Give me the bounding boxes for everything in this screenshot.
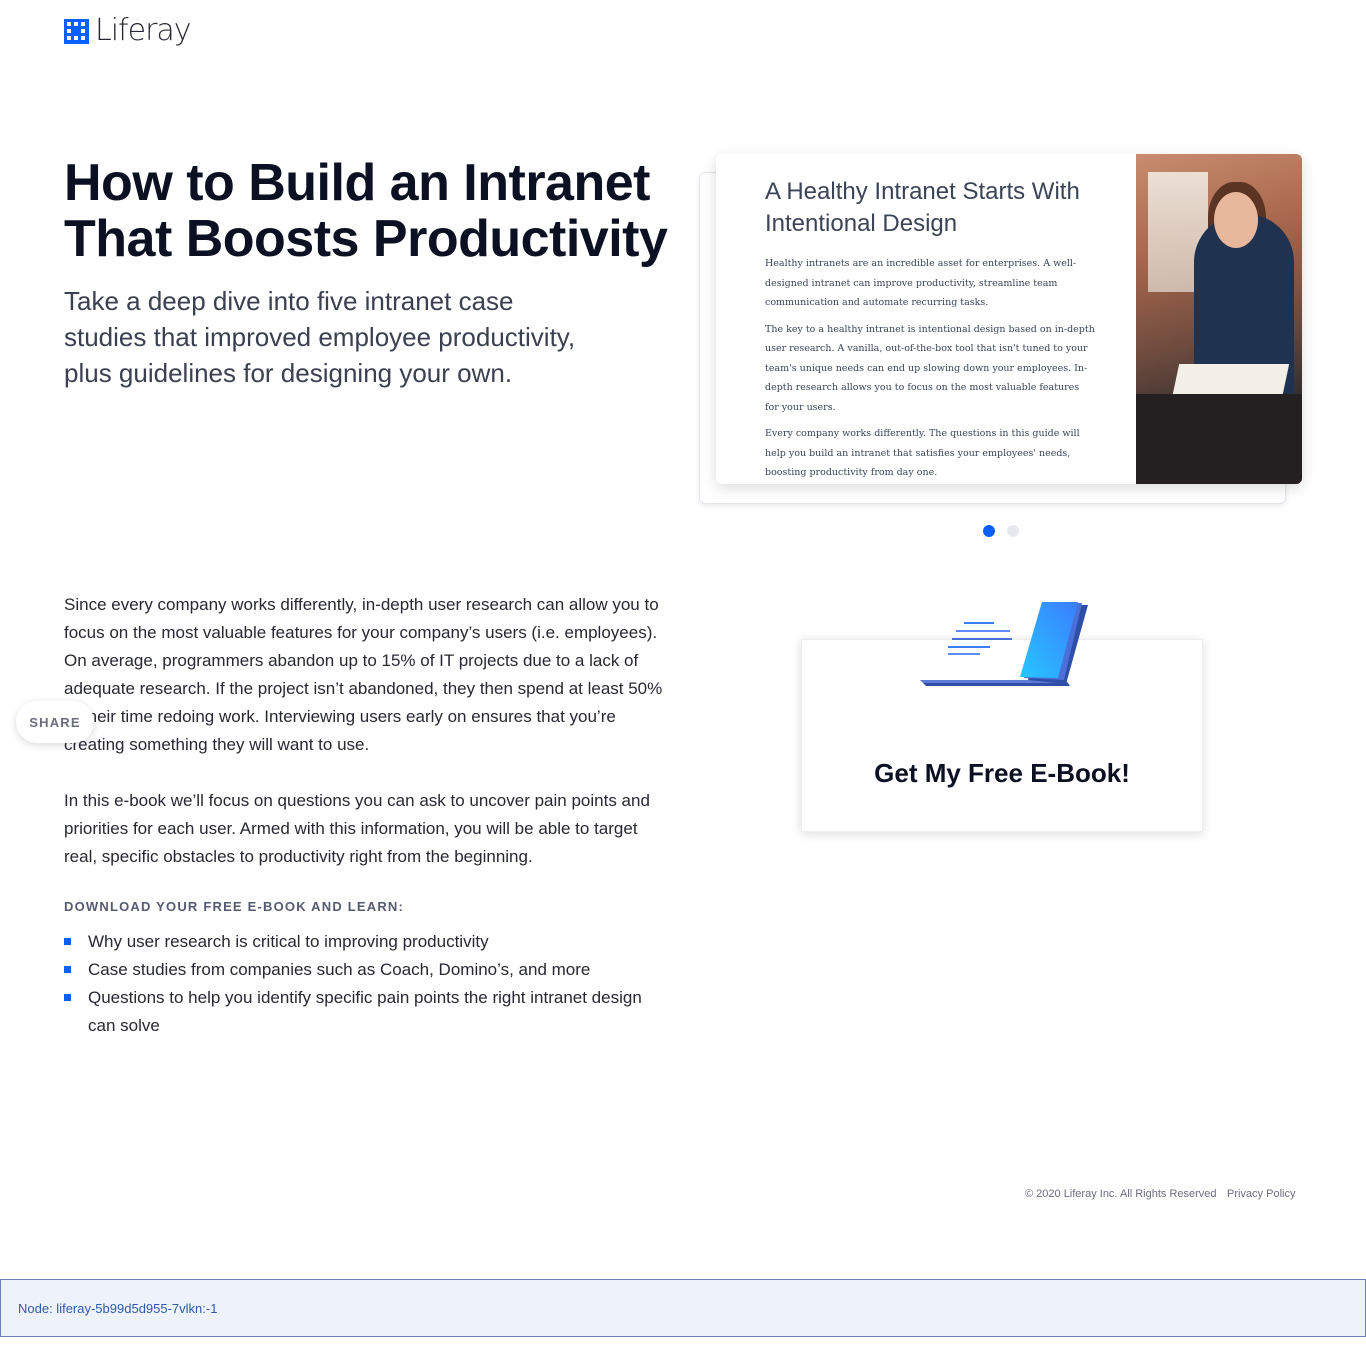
slide-paragraph: Every company works differently. The que… bbox=[765, 428, 1080, 478]
copyright-text: © 2020 Liferay Inc. All Rights Reserved bbox=[1025, 1188, 1217, 1200]
node-info-bar: Node: liferay-5b99d5d955-7vlkn:-1 bbox=[0, 1279, 1366, 1337]
page-subtitle: Take a deep dive into five intranet case… bbox=[64, 286, 576, 388]
carousel-dot-2[interactable] bbox=[1007, 525, 1019, 537]
ebook-icon bbox=[920, 602, 1088, 686]
slide-heading: A Healthy Intranet Starts With Intention… bbox=[765, 178, 1080, 237]
slide-paragraph: The key to a healthy intranet is intenti… bbox=[765, 323, 1095, 413]
list-item: Why user research is critical to improvi… bbox=[64, 928, 664, 956]
body-paragraph: In this e-book we’ll focus on questions … bbox=[64, 791, 650, 866]
woman-writing-photo bbox=[1136, 154, 1302, 484]
privacy-policy-link[interactable]: Privacy Policy bbox=[1227, 1188, 1295, 1200]
learn-list: Why user research is critical to improvi… bbox=[64, 928, 664, 1040]
body-paragraph: Since every company works differently, i… bbox=[64, 595, 663, 754]
learn-heading: DOWNLOAD YOUR FREE E-BOOK AND LEARN: bbox=[64, 899, 405, 914]
page-title: How to Build an Intranet That Boosts Pro… bbox=[64, 154, 668, 268]
carousel-slide[interactable]: A Healthy Intranet Starts With Intention… bbox=[716, 154, 1302, 484]
body-content: Since every company works differently, i… bbox=[64, 591, 664, 1040]
carousel-dot-1[interactable] bbox=[983, 525, 995, 537]
slide-copy: A Healthy Intranet Starts With Intention… bbox=[765, 176, 1095, 484]
liferay-logo[interactable]: Liferay bbox=[64, 13, 192, 48]
list-item: Case studies from companies such as Coac… bbox=[64, 956, 664, 984]
liferay-logo-icon bbox=[64, 18, 89, 44]
carousel-indicators bbox=[983, 525, 1019, 537]
logo-wordmark: Liferay bbox=[95, 13, 192, 48]
slide-paragraph: Healthy intranets are an incredible asse… bbox=[765, 258, 1077, 308]
node-info-text: Node: liferay-5b99d5d955-7vlkn:-1 bbox=[18, 1300, 218, 1316]
share-button[interactable]: SHARE bbox=[16, 701, 94, 743]
list-item: Questions to help you identify specific … bbox=[64, 984, 664, 1040]
cta-title: Get My Free E-Book! bbox=[874, 758, 1130, 788]
